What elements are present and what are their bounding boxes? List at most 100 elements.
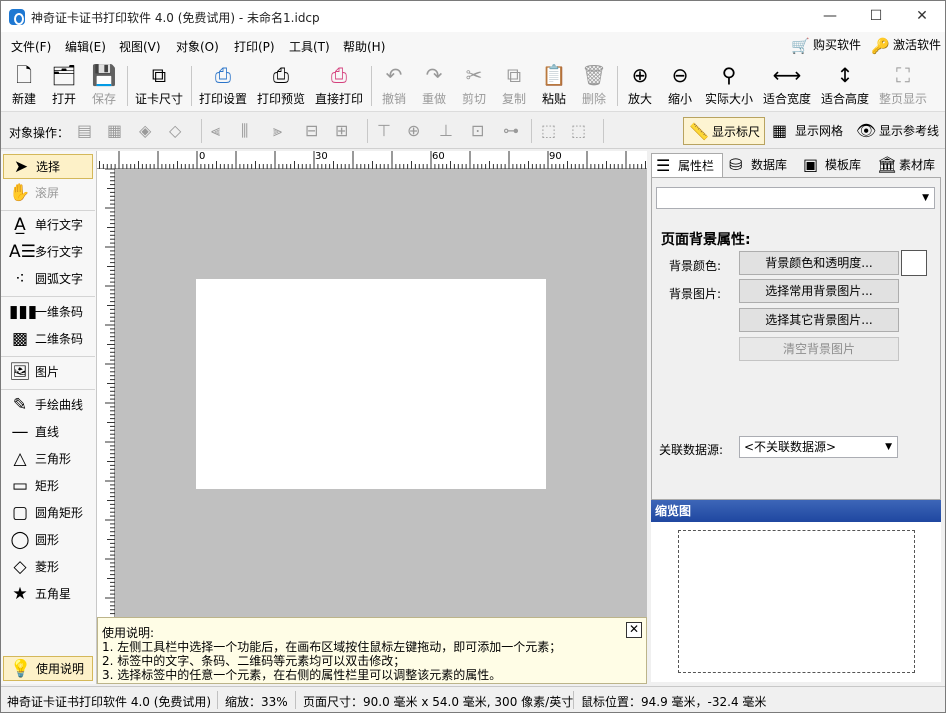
align-bottom-icon[interactable]: ⊥ [439,121,453,140]
tool-ellipse[interactable]: ◯ 圆形 [3,528,93,553]
design-canvas[interactable] [115,169,647,617]
tool-single-text[interactable]: A̲ 单行文字 [3,213,93,238]
fit-width-button[interactable]: ⟷ 适合宽度 [759,60,815,110]
copy-button[interactable]: ⧉ 复制 [495,60,533,110]
lightbulb-icon: 💡 [10,659,32,679]
group-icon[interactable]: ⬚ [541,121,556,140]
close-button[interactable]: ✕ [899,1,945,32]
layer-up-icon[interactable]: ◈ [139,121,151,140]
minimize-button[interactable]: — [807,1,853,32]
object-selector-combo[interactable]: ▼ [656,187,935,209]
buy-software-button[interactable]: 🛒 购买软件 [791,35,861,55]
activate-software-button[interactable]: 🔑 激活软件 [871,35,941,55]
card-size-button[interactable]: ⧉ 证卡尺寸 [131,60,187,110]
align-left-icon[interactable]: ⫷ [211,121,220,141]
tool-freehand[interactable]: ✎ 手绘曲线 [3,393,93,418]
save-button[interactable]: 💾 保存 [85,60,123,110]
tool-label: 选择 [36,160,61,174]
undo-button[interactable]: ↶ 撤销 [375,60,413,110]
zoom-in-button[interactable]: ⊕ 放大 [621,60,659,110]
bg-common-image-button[interactable]: 选择常用背景图片... [739,279,899,303]
tool-barcode[interactable]: ▮▮▮ 一维条码 [3,300,93,325]
show-guides-label: 显示参考线 [879,124,940,138]
tool-label: 手绘曲线 [35,398,84,412]
tool-divider [1,210,95,211]
direct-print-button[interactable]: ⎙ 直接打印 [311,60,367,110]
redo-button[interactable]: ↷ 重做 [415,60,453,110]
datasource-combo[interactable]: <不关联数据源> ▼ [739,436,898,458]
tool-qrcode[interactable]: ▩ 二维条码 [3,327,93,352]
distribute-h-icon[interactable]: ⊟ [305,121,318,140]
tool-multi-text[interactable]: A☰ 多行文字 [3,240,93,265]
show-ruler-toggle[interactable]: 📏 显示标尺 [683,117,765,145]
tool-label: 圆角矩形 [35,506,84,520]
thumbnail-view[interactable] [651,522,941,682]
zoom-in-icon: ⊕ [631,63,649,87]
menu-object[interactable]: 对象(O) [176,38,219,55]
tool-diamond[interactable]: ◇ 菱形 [3,555,93,580]
layer-down-icon[interactable]: ◇ [169,121,181,140]
bg-other-image-button[interactable]: 选择其它背景图片... [739,308,899,332]
help-button[interactable]: 💡 使用说明 [3,656,93,681]
bg-color-swatch[interactable] [901,250,927,276]
menu-edit[interactable]: 编辑(E) [65,38,106,55]
show-ruler-label: 显示标尺 [712,125,761,139]
show-guides-toggle[interactable]: 👁 显示参考线 [851,117,943,145]
zoom-in-label: 放大 [627,92,652,106]
cut-button[interactable]: ✂ 剪切 [455,60,493,110]
tool-line[interactable]: — 直线 [3,420,93,445]
print-settings-button[interactable]: ⎙ 打印设置 [195,60,251,110]
bg-color-button[interactable]: 背景颜色和透明度... [739,251,899,275]
cart-icon: 🛒 [791,37,810,55]
tab-properties[interactable]: ☰ 属性栏 [651,153,723,177]
paste-button[interactable]: 📋 粘贴 [535,60,573,110]
zoom-out-button[interactable]: ⊖ 缩小 [661,60,699,110]
tab-materials[interactable]: 🏛 素材库 [873,153,943,177]
menu-print[interactable]: 打印(P) [234,38,275,55]
thumbnail-frame [678,530,915,673]
center-vertical-icon[interactable]: ⊶ [503,121,519,140]
tool-arc-text[interactable]: ⁖ 圆弧文字 [3,267,93,292]
align-center-icon[interactable]: ⫼ [241,121,248,141]
tool-image[interactable]: 🖼 图片 [3,360,93,385]
distribute-spacing-icon[interactable]: ⊞ [335,121,348,140]
menu-tools[interactable]: 工具(T) [289,38,330,55]
tool-rect[interactable]: ▭ 矩形 [3,474,93,499]
tab-templates[interactable]: ▣ 模板库 [799,153,871,177]
card-page[interactable] [196,279,546,489]
ungroup-icon[interactable]: ⬚ [571,121,586,140]
tool-panel: ➤ 选择 ✋ 滚屏 A̲ 单行文字 A☰ 多行文字 ⁖ 圆弧文字 ▮▮▮ 一维条码 ▩ 二维条… [1,151,97,684]
menu-file[interactable]: 文件(F) [11,38,51,55]
maximize-button[interactable]: ☐ [853,1,899,32]
open-button[interactable]: 🗂 打开 [45,60,83,110]
menu-view[interactable]: 视图(V) [119,38,161,55]
print-preview-button[interactable]: ⎙ 打印预览 [253,60,309,110]
tool-label: 图片 [35,365,60,379]
align-right-icon[interactable]: ⫸ [273,121,282,141]
help-close-icon[interactable]: ✕ [626,622,642,638]
bg-clear-image-button[interactable]: 清空背景图片 [739,337,899,361]
tool-select[interactable]: ➤ 选择 [3,154,93,179]
bring-front-icon[interactable]: ▤ [77,121,92,140]
fit-height-button[interactable]: ↕ 适合高度 [817,60,873,110]
new-button[interactable]: 🗋 新建 [5,60,43,110]
align-middle-icon[interactable]: ⊕ [407,121,420,140]
tool-star[interactable]: ★ 五角星 [3,582,93,607]
send-back-icon[interactable]: ▦ [107,121,122,140]
show-grid-toggle[interactable]: ▦ 显示网格 [767,117,849,145]
vertical-ruler [97,168,115,617]
list-icon: ☰ [656,156,671,175]
tool-scroll[interactable]: ✋ 滚屏 [3,181,93,206]
paste-label: 粘贴 [541,92,566,106]
actual-size-button[interactable]: ⚲ 实际大小 [701,60,757,110]
tool-triangle[interactable]: △ 三角形 [3,447,93,472]
delete-button[interactable]: 🗑 删除 [575,60,613,110]
align-top-icon[interactable]: ⊤ [377,121,391,140]
fit-page-button[interactable]: ⛶ 整页显示 [875,60,931,110]
zoom-out-label: 缩小 [667,92,692,106]
menu-help[interactable]: 帮助(H) [343,38,385,55]
fit-page-icon: ⛶ [896,63,910,87]
distribute-v-icon[interactable]: ⊡ [471,121,484,140]
tool-round-rect[interactable]: ▢ 圆角矩形 [3,501,93,526]
tab-database[interactable]: ⛁ 数据库 [725,153,797,177]
